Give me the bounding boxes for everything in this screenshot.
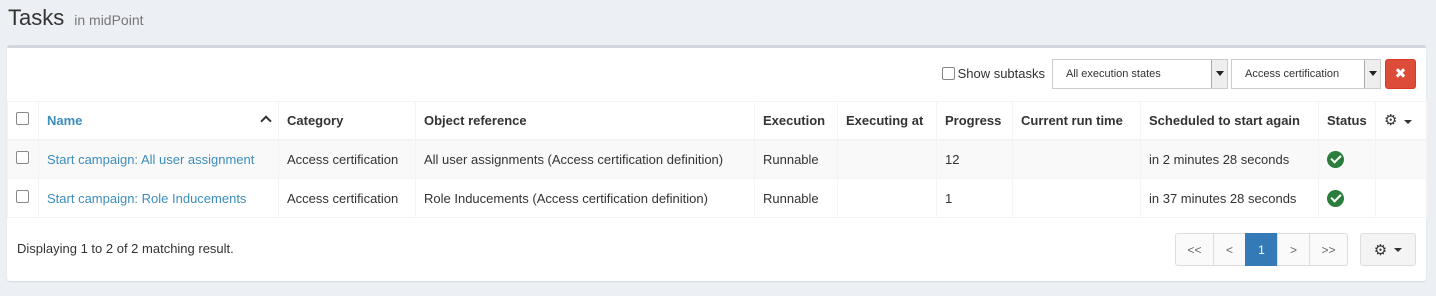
chevron-down-icon[interactable] — [1364, 59, 1380, 88]
clear-filter-button[interactable]: ✖ — [1385, 58, 1416, 89]
task-current-run-time — [1012, 178, 1141, 218]
pager-next-button[interactable]: > — [1277, 233, 1310, 266]
column-header-executing-at: Executing at — [837, 101, 937, 141]
column-header-status: Status — [1318, 101, 1376, 141]
table-header-row: Name Category Object reference Execution… — [7, 101, 1427, 141]
column-header-current-run-time: Current run time — [1012, 101, 1141, 141]
task-execution: Runnable — [754, 178, 838, 218]
task-category: Access certification — [278, 178, 416, 218]
row-actions-cell — [1375, 178, 1427, 218]
check-circle-icon — [1327, 150, 1344, 168]
task-executing-at — [837, 178, 937, 218]
pager-first-button[interactable]: << — [1175, 233, 1214, 266]
footer-actions-button[interactable]: ⚙ — [1360, 233, 1416, 266]
result-count: Displaying 1 to 2 of 2 matching result. — [17, 241, 234, 256]
column-header-execution: Execution — [754, 101, 838, 141]
pager-prev-button[interactable]: < — [1213, 233, 1246, 266]
column-header-object-reference: Object reference — [415, 101, 755, 141]
chevron-down-icon — [1394, 247, 1403, 252]
column-header-progress: Progress — [936, 101, 1013, 141]
page-title: Tasks — [8, 5, 65, 30]
task-status-cell — [1318, 178, 1376, 218]
close-icon: ✖ — [1394, 65, 1407, 81]
row-checkbox[interactable] — [16, 151, 29, 165]
task-name-link[interactable]: Start campaign: Role Inducements — [47, 191, 246, 206]
show-subtasks-label: Show subtasks — [957, 66, 1045, 81]
execution-state-value: All execution states — [1066, 67, 1161, 80]
table-row: Start campaign: All user assignment Acce… — [7, 139, 1427, 179]
page-header: Tasks in midPoint — [8, 5, 144, 33]
category-select[interactable]: Access certification — [1231, 58, 1381, 89]
pager-current-page[interactable]: 1 — [1245, 233, 1278, 266]
chevron-down-icon[interactable] — [1404, 119, 1413, 124]
task-category: Access certification — [278, 139, 416, 179]
show-subtasks-checkbox[interactable]: Show subtasks — [941, 66, 1045, 81]
task-progress: 12 — [936, 139, 1013, 179]
column-header-scheduled: Scheduled to start again — [1140, 101, 1319, 141]
task-scheduled: in 2 minutes 28 seconds — [1140, 139, 1319, 179]
task-scheduled: in 37 minutes 28 seconds — [1140, 178, 1319, 218]
table-row: Start campaign: Role Inducements Access … — [7, 178, 1427, 218]
sort-ascending-icon[interactable] — [262, 115, 270, 123]
gear-icon: ⚙ — [1373, 241, 1388, 259]
check-circle-icon — [1327, 189, 1344, 207]
task-executing-at — [837, 139, 937, 179]
row-select-cell — [7, 139, 39, 179]
category-value: Access certification — [1245, 67, 1340, 80]
gear-icon[interactable]: ⚙ — [1384, 112, 1397, 129]
task-execution: Runnable — [754, 139, 838, 179]
task-current-run-time — [1012, 139, 1141, 179]
row-actions-cell — [1375, 139, 1427, 179]
page-subtitle: in midPoint — [74, 12, 144, 28]
row-select-cell — [7, 178, 39, 218]
select-all-checkbox[interactable] — [16, 112, 29, 126]
pager-last-button[interactable]: >> — [1309, 233, 1348, 266]
row-checkbox[interactable] — [16, 190, 29, 203]
pagination: << < 1 > >> — [1175, 233, 1348, 266]
table-toolbar: Show subtasks All execution states Acces… — [941, 58, 1416, 89]
task-name-link[interactable]: Start campaign: All user assignment — [47, 152, 254, 167]
task-progress: 1 — [936, 178, 1013, 218]
task-status-cell — [1318, 139, 1376, 179]
execution-state-select[interactable]: All execution states — [1052, 58, 1228, 89]
checkbox[interactable] — [941, 67, 955, 80]
select-all-cell — [7, 101, 39, 141]
tasks-panel: Show subtasks All execution states Acces… — [7, 45, 1427, 281]
column-actions-menu[interactable]: ⚙ — [1375, 101, 1427, 141]
column-header-category: Category — [278, 101, 416, 141]
tasks-table: Name Category Object reference Execution… — [7, 101, 1427, 218]
task-object-reference: Role Inducements (Access certification d… — [415, 178, 755, 218]
column-header-name[interactable]: Name — [38, 101, 279, 141]
chevron-down-icon[interactable] — [1211, 59, 1227, 88]
task-object-reference: All user assignments (Access certificati… — [415, 139, 755, 179]
